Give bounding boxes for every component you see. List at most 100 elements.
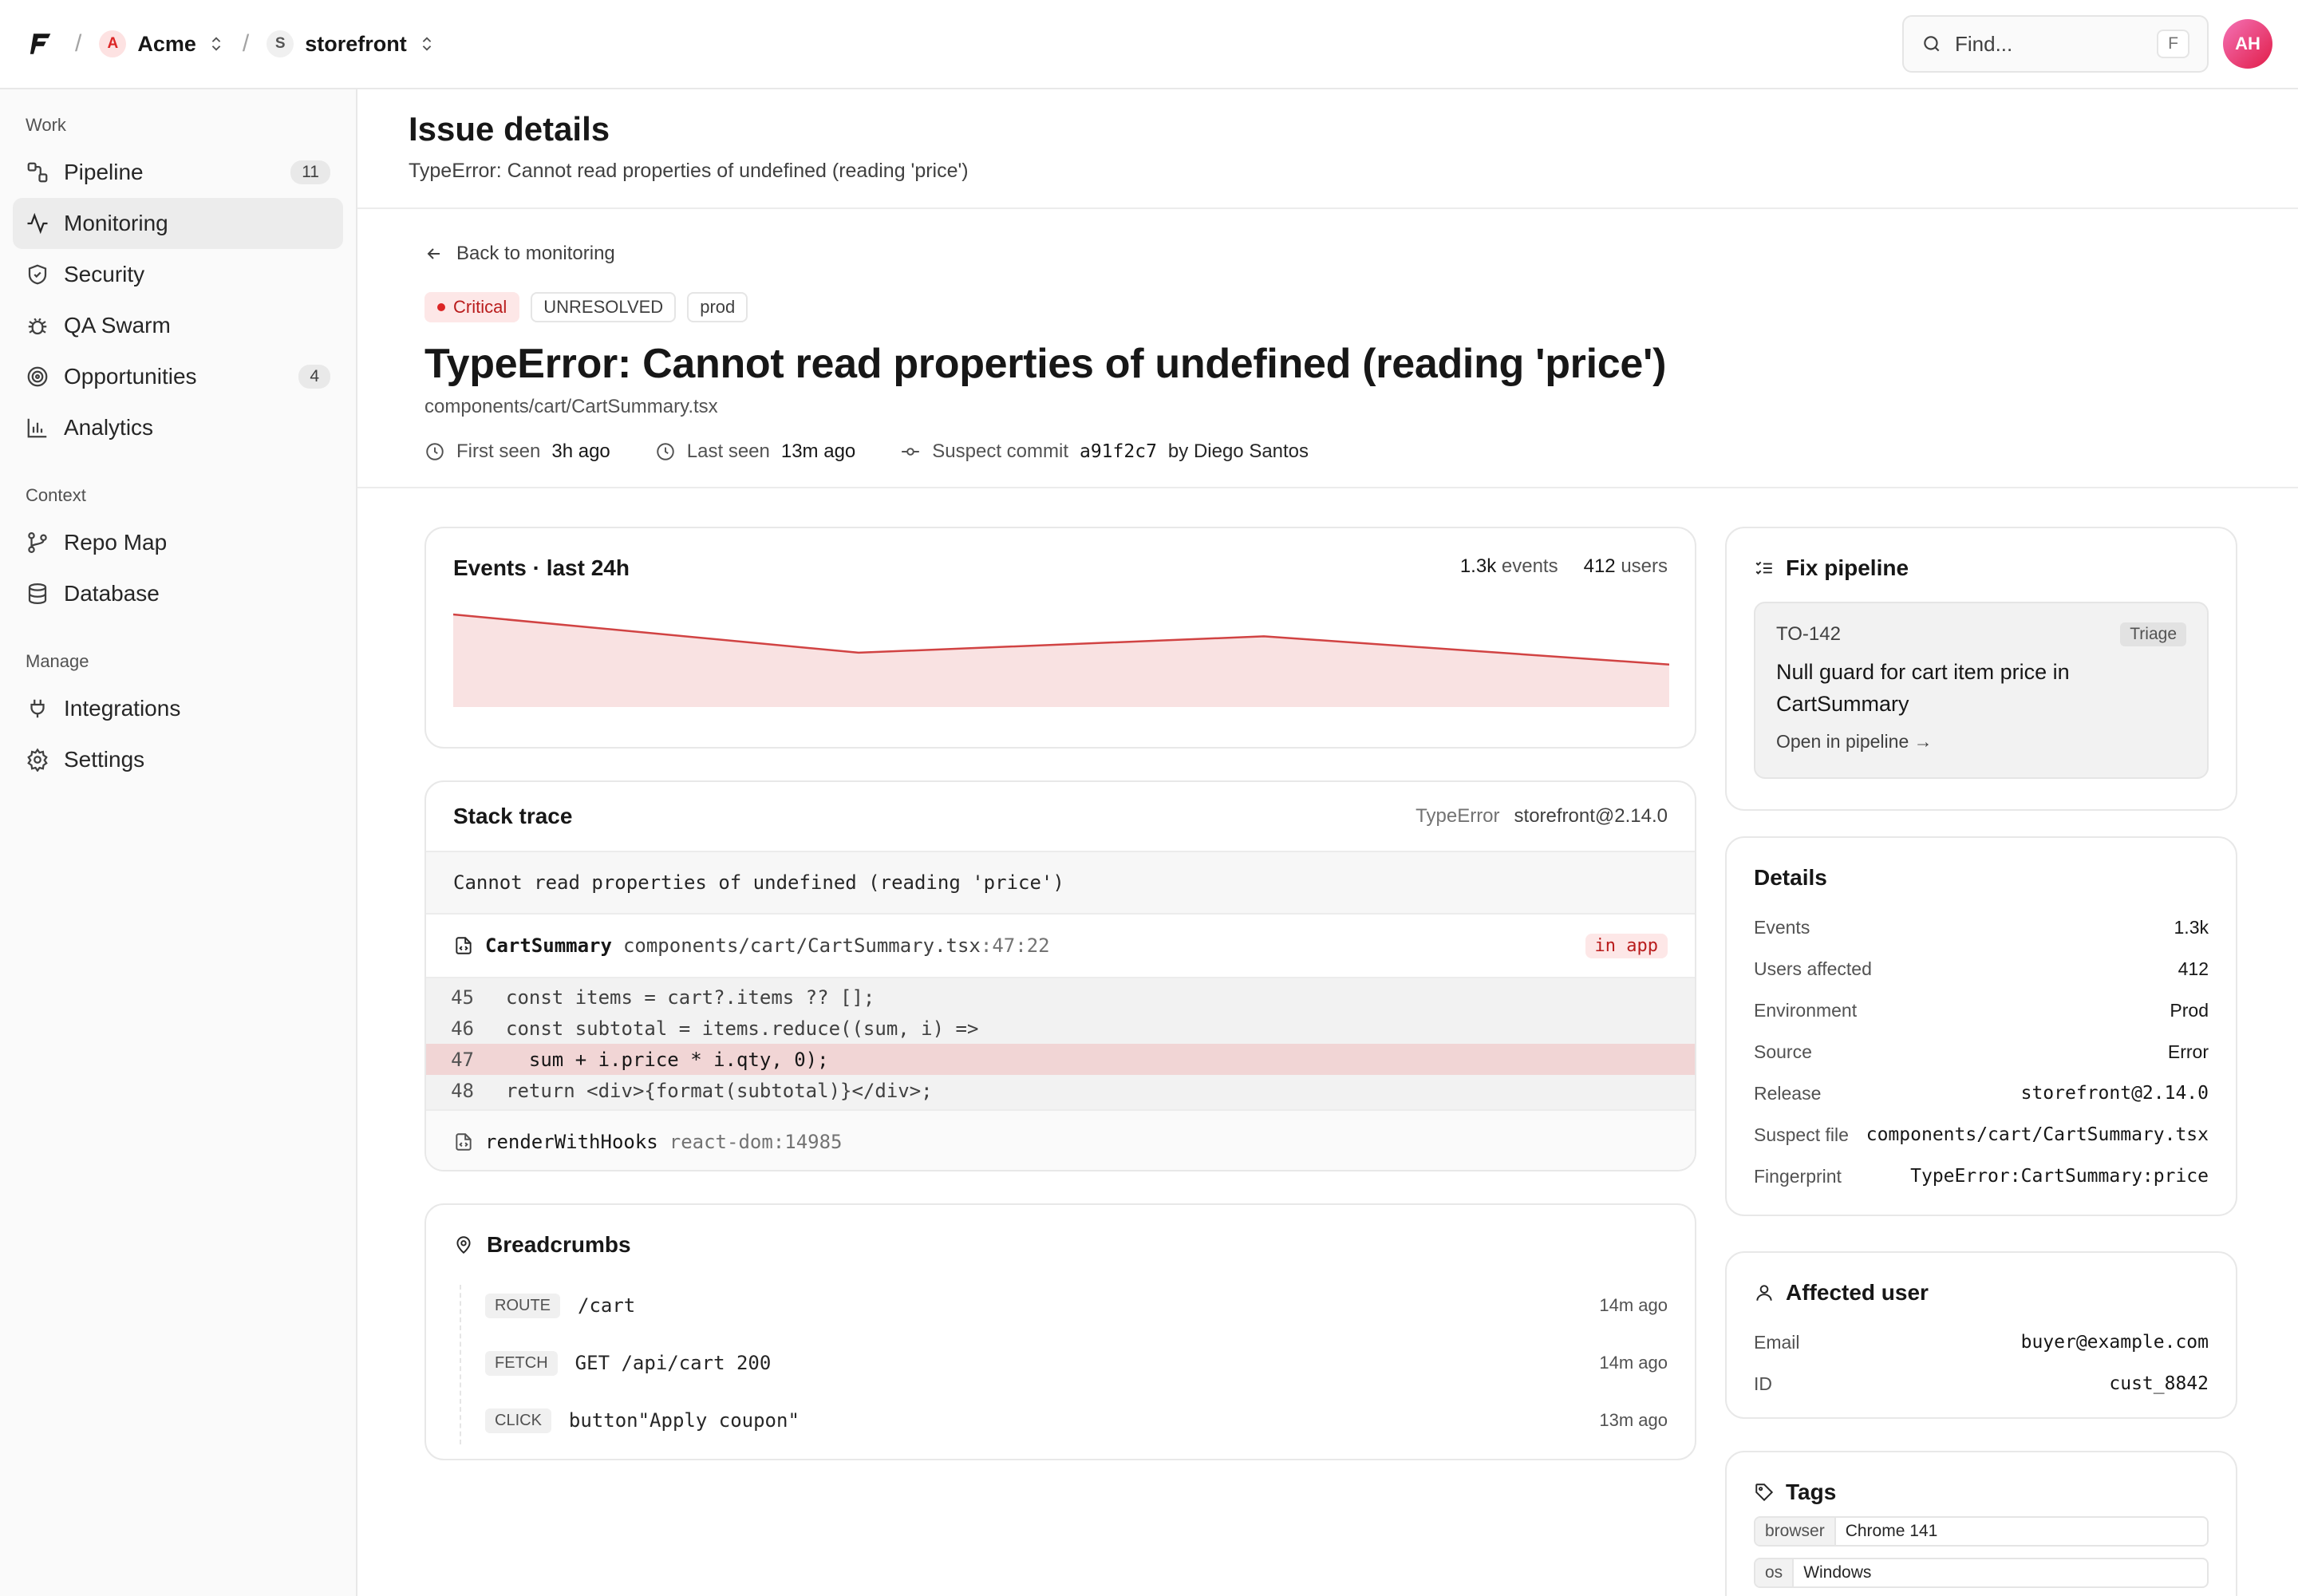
sidebar-item-label: Pipeline	[64, 160, 144, 184]
git-commit-icon	[902, 448, 920, 456]
first-seen-label: First seen	[456, 440, 541, 462]
sidebar-item-opportunities[interactable]: Opportunities 4	[13, 351, 343, 402]
open-in-pipeline-link[interactable]: Open in pipeline →	[1776, 731, 1933, 753]
events-stats: 1.3k events 412 users	[1460, 555, 1668, 578]
sidebar-item-settings[interactable]: Settings	[13, 734, 343, 785]
detail-row: Source Error	[1754, 1041, 2209, 1062]
back-link[interactable]: Back to monitoring	[424, 243, 615, 265]
sidebar-item-label: Database	[64, 581, 160, 606]
sidebar-item-qa-swarm[interactable]: QA Swarm	[13, 300, 343, 351]
events-area-fill	[453, 614, 1669, 707]
sidebar-item-label: Settings	[64, 747, 145, 772]
sidebar-item-analytics[interactable]: Analytics	[13, 402, 343, 453]
sidebar-item-security[interactable]: Security	[13, 249, 343, 300]
detail-row: Fingerprint TypeError:CartSummary:price	[1754, 1165, 2209, 1187]
sidebar-item-database[interactable]: Database	[13, 568, 343, 619]
breadcrumb-separator: /	[75, 30, 82, 57]
org-badge: A	[99, 30, 127, 57]
stack-frame[interactable]: renderWithHooks react-dom:14985	[426, 1111, 1695, 1170]
sidebar-item-label: Opportunities	[64, 364, 197, 389]
code-line: 45 const items = cart?.items ?? [];	[451, 986, 875, 1009]
details-card: Details Events 1.3k Users affected 412 Env…	[1725, 836, 2237, 1216]
breadcrumbs-title: Breadcrumbs	[487, 1232, 631, 1257]
breadcrumb-time: 13m ago	[1599, 1410, 1668, 1430]
chevron-up-down-icon	[422, 37, 431, 51]
pipeline-ticket[interactable]: TO-142 Triage Null guard for cart item p…	[1754, 602, 2209, 779]
suspect-commit-hash[interactable]: a91f2c7	[1080, 441, 1157, 462]
plug-icon	[30, 699, 45, 718]
tags-title: Tags	[1786, 1479, 1837, 1504]
sidebar-item-integrations[interactable]: Integrations	[13, 683, 343, 734]
project-switcher[interactable]: S storefront	[267, 30, 436, 57]
detail-row: Suspect file components/cart/CartSummary.…	[1754, 1124, 2209, 1146]
severity-badge: Critical	[424, 292, 520, 322]
user-email: buyer@example.com	[2020, 1332, 2209, 1353]
breadcrumb-value: /cart	[578, 1294, 636, 1317]
avatar[interactable]: AH	[2223, 19, 2272, 69]
page-subtitle: TypeError: Cannot read properties of und…	[409, 160, 969, 182]
ticket-stage-badge: Triage	[2120, 622, 2186, 646]
suspect-commit-label: Suspect commit	[932, 440, 1068, 462]
chevron-up-down-icon	[211, 37, 221, 51]
org-switcher[interactable]: A Acme	[99, 30, 225, 57]
fix-pipeline-card: Fix pipeline TO-142 Triage Null guard fo…	[1725, 527, 2237, 811]
breadcrumb-type: CLICK	[485, 1408, 551, 1433]
sidebar-item-label: Monitoring	[64, 211, 168, 235]
target-icon	[27, 366, 48, 387]
affected-user-title: Affected user	[1786, 1280, 1929, 1305]
project-badge: S	[267, 30, 294, 57]
code-line: 48 return <div>{format(subtotal)}</div>;	[451, 1079, 933, 1102]
file-code-icon	[456, 937, 472, 954]
search-input[interactable]: Find... F	[1902, 15, 2209, 73]
user-icon	[1756, 1285, 1772, 1301]
git-branch-icon	[28, 532, 47, 553]
page-header: Issue details TypeError: Cannot read pro…	[357, 89, 2298, 209]
events-area-chart	[453, 613, 1669, 707]
main-content: Issue details TypeError: Cannot read pro…	[357, 89, 2298, 1596]
issue-file: components/cart/CartSummary.tsx	[424, 396, 718, 417]
search-icon	[1924, 36, 1940, 52]
sidebar-item-label: QA Swarm	[64, 313, 171, 338]
activity-icon	[27, 212, 48, 235]
code-line: 46 const subtotal = items.reduce((sum, i)…	[451, 1017, 979, 1040]
commit-author: by Diego Santos	[1167, 440, 1309, 462]
first-seen-value: 3h ago	[551, 440, 610, 462]
app-logo-icon[interactable]	[26, 28, 57, 60]
code-snippet: 45 const items = cart?.items ?? []; 46 con…	[426, 977, 1695, 1111]
bug-icon	[28, 318, 47, 335]
issue-header: Back to monitoring Critical UNRESOLVED p…	[357, 209, 2298, 488]
breadcrumb-type: ROUTE	[485, 1293, 560, 1318]
sidebar-item-monitoring[interactable]: Monitoring	[13, 198, 343, 249]
tag-item[interactable]: os Windows	[1754, 1558, 2209, 1588]
sidebar-item-count: 4	[298, 365, 330, 389]
issue-title: TypeError: Cannot read properties of und…	[424, 341, 1667, 387]
frame-location: :47:22	[980, 934, 1050, 957]
events-label: events	[1501, 555, 1558, 577]
breadcrumb-time: 14m ago	[1599, 1353, 1668, 1373]
tag-icon	[1755, 1483, 1774, 1502]
shield-icon	[28, 264, 47, 285]
stack-frame[interactable]: CartSummary components/cart/CartSummary.…	[426, 915, 1695, 977]
breadcrumb-value: GET /api/cart 200	[574, 1352, 772, 1374]
detail-row: Users affected 412	[1754, 958, 2209, 979]
map-pin-icon	[456, 1236, 471, 1254]
frame-path: components/cart/CartSummary.tsx	[622, 934, 981, 957]
sidebar-item-label: Security	[64, 262, 145, 286]
sidebar-section-title: Work	[26, 115, 66, 135]
sidebar-item-repo-map[interactable]: Repo Map	[13, 517, 343, 568]
events-count: 1.3k	[1459, 555, 1497, 577]
breadcrumb-type: FETCH	[485, 1350, 558, 1376]
tags-card: Tags browser Chrome 141 os Windows	[1725, 1451, 2237, 1596]
details-title: Details	[1754, 865, 1827, 890]
breadcrumb-item: ROUTE /cart 14m ago	[485, 1277, 1668, 1334]
sidebar-item-pipeline[interactable]: Pipeline 11	[13, 147, 343, 198]
tag-item[interactable]: browser Chrome 141	[1754, 1516, 2209, 1547]
stack-trace-header: Stack trace TypeError storefront@2.14.0	[426, 782, 1695, 852]
issue-badges: Critical UNRESOLVED prod	[424, 292, 2231, 322]
users-label: users	[1621, 555, 1668, 577]
search-shortcut: F	[2157, 30, 2189, 58]
list-checks-icon	[1755, 561, 1772, 575]
stack-trace-title: Stack trace	[453, 804, 573, 828]
clock-icon	[657, 443, 674, 460]
breadcrumb-value: button"Apply coupon"	[568, 1409, 800, 1432]
